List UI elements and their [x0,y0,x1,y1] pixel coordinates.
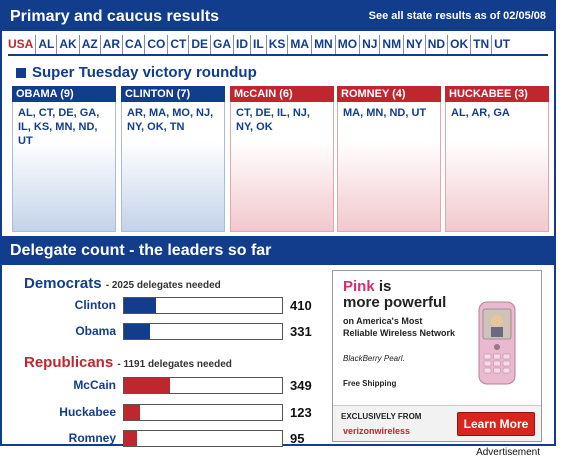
free-shipping-text: Free Shipping [343,379,397,388]
candidate-card-huckabee[interactable]: HUCKABEE (3) AL, AR, GA [445,86,549,232]
candidate-header: McCAIN (6) [230,86,334,102]
state-tab-mn[interactable]: MN [311,35,335,55]
delegate-bar-fill [124,324,150,339]
candidate-card-romney[interactable]: ROMNEY (4) MA, MN, ND, UT [337,86,441,232]
blackberry-logo: BlackBerry Pearl. [343,354,405,363]
state-tab-ct[interactable]: CT [167,35,188,55]
roundup-heading: Super Tuesday victory roundup [16,64,257,81]
ad-sub-line1: on America's Most [343,316,423,326]
delegate-bar-huckabee [123,404,283,421]
candidate-states: AL, CT, DE, GA, IL, KS, MN, ND, UT [12,102,116,232]
delegate-bar-mccain [123,377,283,394]
delegate-bar-clinton [123,297,283,314]
results-title: Primary and caucus results [10,8,219,25]
state-tab-id[interactable]: ID [233,35,250,55]
delegate-bar-obama [123,323,283,340]
delegate-count-obama: 331 [290,324,312,339]
delegate-bar-fill [124,298,156,313]
candidate-header: CLINTON (7) [121,86,225,102]
candidate-states: AR, MA, MO, NJ, NY, OK, TN [121,102,225,232]
state-tab-az[interactable]: AZ [78,35,100,55]
state-tab-ks[interactable]: KS [265,35,288,55]
state-tab-ca[interactable]: CA [122,35,144,55]
delegate-name-huckabee: Huckabee [59,405,116,419]
republicans-heading: Republicans - 1191 delegates needed [24,354,232,371]
state-tab-co[interactable]: CO [144,35,167,55]
candidate-header: OBAMA (9) [12,86,116,102]
phone-image [478,301,516,385]
delegate-count-mccain: 349 [290,378,312,393]
state-tab-il[interactable]: IL [250,35,266,55]
state-tab-ma[interactable]: MA [287,35,311,55]
delegate-count-clinton: 410 [290,298,312,313]
delegate-name-romney: Romney [68,431,116,445]
exclusively-text: EXCLUSIVELY FROM [341,412,422,421]
candidate-states: CT, DE, IL, NJ, NY, OK [230,102,334,232]
verizon-logo: verizonwireless [343,426,411,436]
democrats-heading: Democrats - 2025 delegates needed [24,275,221,292]
candidate-states: MA, MN, ND, UT [337,102,441,232]
candidate-states: AL, AR, GA [445,102,549,232]
candidate-card-mccain[interactable]: McCAIN (6) CT, DE, IL, NJ, NY, OK [230,86,334,232]
delegate-bar-fill [124,405,141,420]
state-tab-nj[interactable]: NJ [359,35,379,55]
delegates-needed: - 2025 delegates needed [105,280,221,291]
state-tab-nm[interactable]: NM [379,35,403,55]
delegate-name-clinton: Clinton [74,298,116,312]
ad-subtext: on America's Most Reliable Wireless Netw… [343,315,455,339]
party-label: Democrats [24,275,102,292]
square-bullet-icon [16,67,26,78]
state-tab-de[interactable]: DE [188,35,210,55]
delegate-bar-fill [124,431,137,446]
results-widget: Primary and caucus results See all state… [0,0,556,447]
state-tabs: USA AL AK AZ AR CA CO CT DE GA ID IL KS MA MN MO NJ NM NY N… [8,35,512,55]
delegates-title: Delegate count - the leaders so far [10,242,272,259]
advertisement-caption: Advertisement [476,447,540,458]
tabs-divider [8,54,548,56]
delegate-bar-fill [124,378,171,393]
state-tab-ga[interactable]: GA [210,35,233,55]
delegate-name-obama: Obama [75,324,116,338]
state-tab-usa[interactable]: USA [8,35,35,55]
ad-footer: EXCLUSIVELY FROM verizonwireless Learn M… [333,405,541,441]
party-label: Republicans [24,354,114,371]
candidate-card-obama[interactable]: OBAMA (9) AL, CT, DE, GA, IL, KS, MN, ND… [12,86,116,232]
advertisement-banner[interactable]: Pink is more powerful on America's Most … [332,270,542,442]
state-tab-ok[interactable]: OK [447,35,470,55]
ad-headline-rest: is [378,278,392,295]
all-states-link[interactable]: See all state results as of 02/05/08 [369,10,546,22]
delegates-header: Delegate count - the leaders so far [2,236,554,265]
delegate-name-mccain: McCain [73,378,116,392]
learn-more-button[interactable]: Learn More [457,412,535,436]
roundup-title: Super Tuesday victory roundup [32,64,257,81]
state-tab-al[interactable]: AL [35,35,56,55]
state-tab-tn[interactable]: TN [470,35,491,55]
state-tab-nd[interactable]: ND [424,35,447,55]
state-tab-ut[interactable]: UT [491,35,512,55]
candidate-header: HUCKABEE (3) [445,86,549,102]
candidate-header: ROMNEY (4) [337,86,441,102]
ad-headline-line2: more powerful [343,294,447,311]
results-header: Primary and caucus results See all state… [2,2,554,31]
ad-sub-line2: Reliable Wireless Network [343,328,455,338]
ad-pink-word: Pink [343,278,375,295]
candidate-card-clinton[interactable]: CLINTON (7) AR, MA, MO, NJ, NY, OK, TN [121,86,225,232]
state-tab-ar[interactable]: AR [99,35,122,55]
state-tab-ny[interactable]: NY [403,35,425,55]
state-tab-mo[interactable]: MO [334,35,359,55]
delegates-needed: - 1191 delegates needed [117,359,232,370]
ad-headline: Pink is more powerful [343,279,446,311]
state-tab-ak[interactable]: AK [56,35,78,55]
delegate-count-romney: 95 [290,431,305,446]
delegate-count-huckabee: 123 [290,405,312,420]
delegate-bar-romney [123,430,283,447]
